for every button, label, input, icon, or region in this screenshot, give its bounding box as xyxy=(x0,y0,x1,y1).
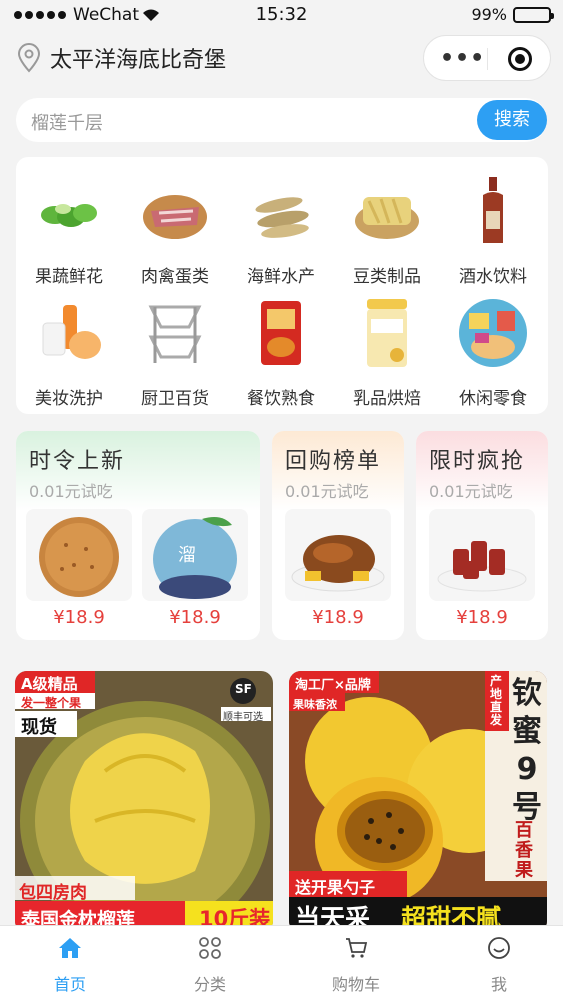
promo-price: ¥18.9 xyxy=(53,607,105,628)
product-variety: 百香果 xyxy=(515,820,533,881)
promo-subtitle: 0.01元试吃 xyxy=(429,482,513,501)
category-item[interactable]: 厨卫百货 xyxy=(122,297,228,409)
tab-label: 分类 xyxy=(193,975,226,994)
category-icon xyxy=(199,937,221,959)
tab-category[interactable]: 分类 xyxy=(140,926,280,995)
promo-title: 回购榜单 xyxy=(285,449,382,474)
promo-price: ¥18.9 xyxy=(312,607,364,628)
category-label: 休闲零食 xyxy=(459,389,527,409)
product-card-durian[interactable]: A级精品 发一整个果 现货 SF 顺丰可选 包四房肉 泰国金枕榴莲 10斤装 xyxy=(15,671,273,933)
profile-icon xyxy=(488,937,510,959)
home-icon xyxy=(59,938,81,958)
category-label: 酒水饮料 xyxy=(459,267,527,287)
search-bar[interactable]: 榴莲千层 搜索 xyxy=(16,98,547,142)
category-label: 豆类制品 xyxy=(353,267,421,287)
snack-bag-icon xyxy=(261,301,301,365)
category-item[interactable]: 休闲零食 xyxy=(440,297,546,409)
status-bar: WeChat 15:32 99% xyxy=(0,0,563,30)
category-item[interactable]: 餐饮熟食 xyxy=(228,297,334,409)
category-label: 厨卫百货 xyxy=(141,389,209,409)
promo-price: ¥18.9 xyxy=(169,607,221,628)
category-item[interactable]: 果蔬鲜花 xyxy=(16,175,122,287)
sf-express-icon: SF xyxy=(235,682,252,696)
product-gift: 送开果勺子 xyxy=(295,878,376,897)
meat-icon xyxy=(143,195,207,239)
category-item[interactable]: 酒水饮料 xyxy=(440,175,546,287)
bottom-tab-bar: 首页 分类 购物车 我 xyxy=(0,925,563,996)
tofu-icon xyxy=(355,197,419,239)
product-tag: 果味香浓 xyxy=(293,698,337,711)
snacks-icon xyxy=(459,299,527,367)
cosmetics-icon xyxy=(42,305,101,359)
product-feature: 包四房肉 xyxy=(19,883,87,903)
category-label: 肉禽蛋类 xyxy=(141,267,209,287)
fish-icon xyxy=(255,197,309,238)
promo-subtitle: 0.01元试吃 xyxy=(29,482,113,501)
category-label: 海鲜水产 xyxy=(247,267,315,287)
vegetables-icon xyxy=(41,204,97,227)
category-grid: 果蔬鲜花 肉禽蛋类 海鲜水产 豆类制品 酒水饮料 美妆洗护 厨卫百货 餐饮熟食 … xyxy=(16,157,548,414)
battery-percent: 99% xyxy=(471,5,507,24)
tab-profile[interactable]: 我 xyxy=(429,926,563,995)
more-menu-icon[interactable]: ••• xyxy=(440,48,485,70)
promo-title: 限时疯抢 xyxy=(429,449,526,474)
promo-rebuy-card[interactable]: 回购榜单 0.01元试吃 ¥18.9 xyxy=(272,431,404,640)
location-name: 太平洋海底比奇堡 xyxy=(50,48,227,73)
tab-label: 我 xyxy=(490,975,507,994)
product-tag: 现货 xyxy=(21,717,57,738)
category-item[interactable]: 海鲜水产 xyxy=(228,175,334,287)
location-pin-icon xyxy=(17,43,41,73)
promo-title: 时令上新 xyxy=(29,449,126,474)
tab-label: 首页 xyxy=(53,975,86,994)
shelf-icon xyxy=(148,305,202,363)
category-item[interactable]: 豆类制品 xyxy=(334,175,440,287)
category-label: 果蔬鲜花 xyxy=(35,267,103,287)
category-item[interactable]: 美妆洗护 xyxy=(16,297,122,409)
promo-product-image[interactable] xyxy=(26,509,132,601)
svg-text:溜: 溜 xyxy=(178,545,196,566)
search-button[interactable]: 搜索 xyxy=(477,100,547,140)
promo-subtitle: 0.01元试吃 xyxy=(285,482,369,501)
battery-icon xyxy=(513,6,554,23)
tab-home[interactable]: 首页 xyxy=(0,926,140,995)
product-name: 钦蜜9号 xyxy=(512,676,542,825)
promo-seasonal-card[interactable]: 时令上新 0.01元试吃 溜 ¥18.9 ¥18.9 xyxy=(16,431,260,640)
category-label: 乳品烘焙 xyxy=(353,389,421,409)
product-origin: 产地直发 xyxy=(490,674,503,727)
search-input[interactable]: 榴莲千层 xyxy=(31,109,103,135)
promo-product-image[interactable]: 溜 xyxy=(142,509,248,601)
promo-price: ¥18.9 xyxy=(456,607,508,628)
category-label: 餐饮熟食 xyxy=(247,389,315,409)
promo-flashsale-card[interactable]: 限时疯抢 0.01元试吃 ¥18.9 xyxy=(416,431,548,640)
liquor-icon xyxy=(483,177,503,243)
miniprogram-capsule: ••• xyxy=(423,35,551,81)
promo-product-image[interactable] xyxy=(285,509,391,601)
product-card-passionfruit[interactable]: 淘工厂×品牌 果味香浓 产地直发 钦蜜9号 百香果 送开果勺子 当天采 超甜不腻 xyxy=(289,671,547,933)
promo-product-image[interactable] xyxy=(429,509,535,601)
location-selector[interactable]: 太平洋海底比奇堡 xyxy=(16,42,226,74)
cart-icon xyxy=(346,938,368,958)
category-label: 美妆洗护 xyxy=(35,389,103,409)
close-miniprogram-icon[interactable] xyxy=(508,47,532,71)
sf-label: 顺丰可选 xyxy=(223,712,263,723)
category-item[interactable]: 乳品烘焙 xyxy=(334,297,440,409)
tab-label: 购物车 xyxy=(331,975,380,994)
product-badge: 淘工厂×品牌 xyxy=(295,678,371,693)
milk-powder-icon xyxy=(367,299,407,367)
product-badge-sub: 发一整个果 xyxy=(21,696,82,710)
battery-indicator: 99% xyxy=(471,5,554,24)
category-item[interactable]: 肉禽蛋类 xyxy=(122,175,228,287)
product-badge: A级精品 xyxy=(21,675,78,693)
tab-cart[interactable]: 购物车 xyxy=(286,926,426,995)
